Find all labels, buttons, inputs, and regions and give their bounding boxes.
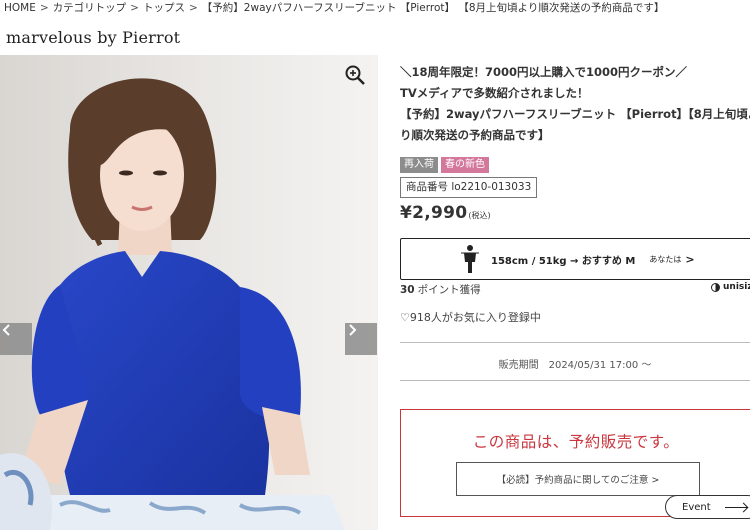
- product-title: 【予約】2wayパフハーフスリーブニット 【Pierrot】【8月上旬頃より順次…: [400, 107, 750, 142]
- divider: [400, 342, 750, 343]
- points-value: 30: [400, 284, 415, 296]
- size-recommendation-button[interactable]: 158cm / 51kg → おすすめ M あなたは >: [400, 238, 750, 280]
- breadcrumb-category-top[interactable]: カテゴリトップ: [53, 2, 127, 14]
- you-label: あなたは: [649, 254, 682, 264]
- unisize-logo[interactable]: unisiz: [711, 282, 750, 292]
- unisize-icon: [711, 282, 720, 292]
- divider: [400, 380, 750, 381]
- tax-note: (税込): [468, 211, 491, 220]
- price: ¥2,990: [400, 203, 468, 223]
- chevron-left-icon: [2, 324, 10, 336]
- prev-image-button[interactable]: [0, 323, 32, 355]
- reservation-message: この商品は、予約販売です。: [472, 433, 680, 451]
- breadcrumb-separator: >: [188, 2, 198, 14]
- breadcrumb-home[interactable]: HOME: [4, 2, 36, 14]
- tag-spring-color: 春の新色: [441, 157, 489, 173]
- product-info: ＼18周年限定！7000円以上購入で1000円クーポン／ TVメディアで多数紹介…: [400, 62, 750, 223]
- breadcrumb: HOME > カテゴリトップ > トップス > 【予約】2wayパフハーフスリーブニット 【…: [4, 0, 750, 18]
- tag-restock: 再入荷: [400, 157, 438, 173]
- price-row: ¥2,990 (税込): [400, 203, 750, 223]
- person-figure-icon: [461, 245, 479, 273]
- chevron-right-icon: >: [685, 252, 695, 266]
- arrow-right-icon: [724, 506, 747, 508]
- breadcrumb-separator: >: [39, 2, 49, 14]
- chevron-right-icon: [349, 324, 357, 336]
- event-button[interactable]: Event: [665, 495, 750, 519]
- next-image-button[interactable]: [345, 323, 377, 355]
- model-photo: [0, 55, 378, 530]
- size-recommendation-text: 158cm / 51kg → おすすめ M: [491, 255, 636, 267]
- points-earned: 30 ポイント獲得: [400, 282, 481, 297]
- breadcrumb-separator: >: [130, 2, 139, 14]
- favorite-count[interactable]: ♡918人がお気に入り登録中: [400, 309, 541, 325]
- product-code: 商品番号 lo2210-013033: [400, 177, 538, 198]
- reservation-notice-button[interactable]: 【必読】予約商品に関してのご注意 >: [456, 462, 700, 496]
- event-label: Event: [682, 501, 711, 513]
- product-image[interactable]: [0, 55, 378, 530]
- promo-line-2: TVメディアで多数紹介されました！: [400, 86, 589, 100]
- breadcrumb-tops[interactable]: トップス: [143, 2, 185, 14]
- breadcrumb-current: 【予約】2wayパフハーフスリーブニット 【Pierrot】 【8月上旬頃より順…: [201, 2, 665, 14]
- points-label: ポイント獲得: [417, 284, 481, 296]
- zoom-in-icon[interactable]: [343, 63, 367, 87]
- tag-list: 再入荷 春の新色: [400, 157, 750, 173]
- promo-line-1: ＼18周年限定！7000円以上購入で1000円クーポン／: [400, 65, 688, 79]
- unisize-label: unisiz: [723, 282, 750, 292]
- sale-period: 販売期間 2024/05/31 17:00 ～: [498, 360, 652, 371]
- brand-name[interactable]: marvelous by Pierrot: [6, 28, 180, 47]
